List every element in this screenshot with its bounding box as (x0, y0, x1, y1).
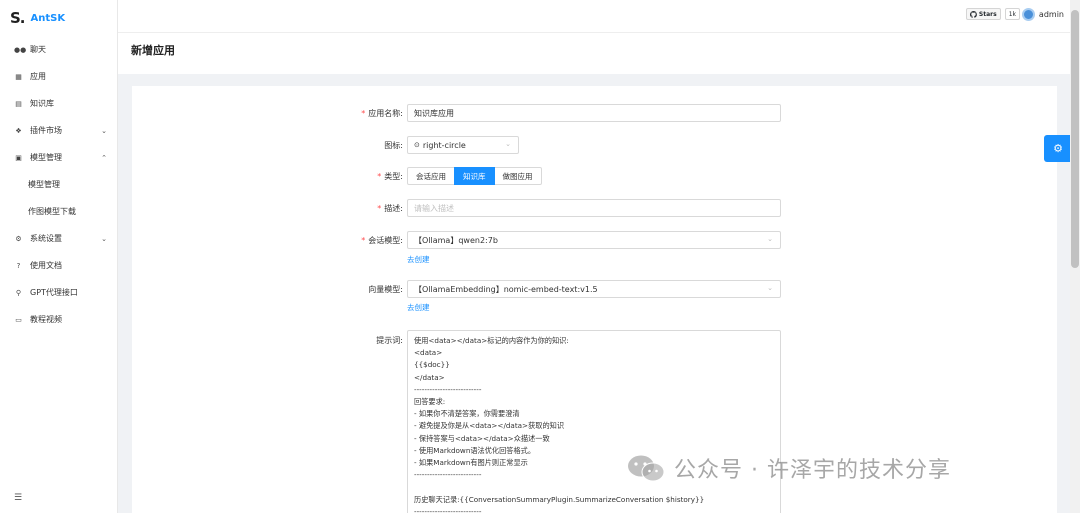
sidebar-item-apps[interactable]: ▦ 应用 (0, 63, 117, 90)
icon-select-value: right-circle (422, 140, 466, 150)
username: admin (1038, 10, 1064, 19)
watermark-text: 公众号 · 许泽宇的技术分享 (674, 458, 951, 483)
sidebar-item-chat[interactable]: ●● 聊天 (0, 36, 117, 63)
page-header: 新增应用 (118, 32, 1070, 74)
antsk-logo-mark: S. (10, 9, 25, 27)
type-option-chat[interactable]: 会话应用 (407, 167, 455, 185)
sidebar-item-videos[interactable]: ▭ 教程视频 (0, 306, 117, 333)
sidebar: S. AntSK ●● 聊天 ▦ 应用 ▤ 知识库 ❖ 插件市场 ⌄ ▣ 模型管… (0, 0, 118, 513)
sidebar-subitem-model-manage[interactable]: 模型管理 (0, 171, 117, 198)
scrollbar-thumb[interactable] (1071, 10, 1079, 268)
form-row-embed-model: 向量模型: 【OllamaEmbedding】nomic-embed-text:… (132, 280, 1057, 312)
prompt-line: - 避免提及你是从<data></data>获取的知识 (414, 421, 565, 431)
form-row-icon: 图标: ⊙ right-circle ⌄ (132, 136, 1057, 154)
gear-icon: ⚙ (1053, 142, 1063, 155)
type-option-image[interactable]: 做图应用 (493, 167, 542, 185)
app-name-input[interactable]: 知识库应用 (407, 104, 781, 122)
prompt-line: 回答要求: (414, 397, 446, 407)
icon-label: 图标: (384, 141, 403, 150)
icon-select[interactable]: ⊙ right-circle ⌄ (407, 136, 519, 154)
watermark: 公众号 · 许泽宇的技术分享 (626, 452, 951, 484)
sidebar-item-gpt-proxy[interactable]: ⚲ GPT代理接口 (0, 279, 117, 306)
prompt-line: -------------------------- (414, 384, 482, 394)
github-stars-button[interactable]: Stars (965, 8, 1001, 20)
user-menu[interactable]: admin (1021, 8, 1064, 21)
name-label: * 应用名称: (361, 109, 403, 118)
gear-icon: ⚙ (15, 234, 22, 243)
sidebar-subitem-label: 模型管理 (28, 180, 60, 189)
desc-label: * 描述: (377, 204, 403, 213)
right-circle-icon: ⊙ (414, 141, 420, 149)
chevron-down-icon: ⌄ (101, 234, 107, 243)
github-stars-count[interactable]: 1k (1004, 8, 1020, 20)
embed-model-value: 【OllamaEmbedding】nomic-embed-text:v1.5 (414, 284, 598, 294)
sidebar-item-label: 插件市场 (30, 126, 62, 135)
settings-float-button[interactable]: ⚙ (1044, 135, 1072, 162)
github-stars-widget[interactable]: Stars 1k (965, 8, 1020, 20)
pin-icon: ⚲ (15, 288, 22, 297)
chevron-down-icon: ⌄ (101, 126, 107, 135)
description-input[interactable]: 请输入描述 (407, 199, 781, 217)
sidebar-item-label: 聊天 (30, 45, 46, 54)
sidebar-item-models[interactable]: ▣ 模型管理 ⌃ (0, 144, 117, 171)
wechat-icon (628, 455, 665, 482)
sidebar-item-settings[interactable]: ⚙ 系统设置 ⌄ (0, 225, 117, 252)
sidebar-subitem-image-model-download[interactable]: 作图模型下载 (0, 198, 117, 225)
prompt-line: 历史聊天记录:{{ConversationSummaryPlugin.Summa… (414, 494, 705, 504)
prompt-line: - 保持答案与<data></data>众描述一致 (414, 433, 550, 443)
sidebar-item-label: 模型管理 (30, 153, 62, 162)
github-stars-label: Stars (978, 10, 997, 18)
sidebar-item-knowledge[interactable]: ▤ 知识库 (0, 90, 117, 117)
page-scrollbar[interactable] (1070, 0, 1080, 513)
embed-model-label: 向量模型: (368, 285, 403, 294)
type-radio-group: 会话应用 知识库 做图应用 (407, 167, 542, 185)
question-icon: ? (16, 261, 21, 270)
sidebar-item-label: 知识库 (30, 99, 54, 108)
prompt-label: 提示词: (376, 336, 403, 345)
page-title: 新增应用 (131, 44, 175, 57)
prompt-line: -------------------------- (414, 506, 482, 513)
chat-model-create-link[interactable]: 去创建 (407, 254, 430, 265)
chevron-down-icon: ⌄ (767, 235, 773, 243)
sidebar-item-label: 教程视频 (30, 315, 62, 324)
sidebar-item-label: 使用文档 (30, 261, 62, 270)
book-icon: ▤ (15, 99, 22, 108)
app-name: AntSK (30, 12, 66, 24)
type-label: * 类型: (377, 172, 403, 181)
prompt-textarea[interactable]: 使用<data></data>标记的内容作为你的知识: <data> {{$do… (407, 330, 781, 513)
chat-icon: ●● (14, 45, 27, 54)
menu-collapse-icon[interactable]: ☰ (14, 493, 22, 503)
form-card: * 应用名称: 知识库应用 图标: ⊙ right-circle ⌄ * 类型: 会… (132, 86, 1057, 513)
embed-model-select[interactable]: 【OllamaEmbedding】nomic-embed-text:v1.5 ⌄ (407, 280, 781, 298)
prompt-line: - 如果你不清楚答案，你需要澄清 (414, 409, 520, 419)
embed-model-create-link[interactable]: 去创建 (407, 302, 430, 313)
sidebar-item-plugins[interactable]: ❖ 插件市场 ⌄ (0, 117, 117, 144)
prompt-line: </data> (414, 372, 445, 382)
grid-icon: ▣ (15, 153, 22, 162)
prompt-line: {{$doc}} (414, 360, 450, 370)
chevron-up-icon: ⌃ (101, 153, 107, 162)
app-icon: ▦ (15, 72, 22, 81)
chat-model-label: * 会话模型: (361, 236, 403, 245)
top-header: Stars 1k admin (118, 0, 1080, 32)
dropbox-icon: ❖ (15, 126, 22, 135)
video-icon: ▭ (15, 315, 22, 324)
sidebar-item-docs[interactable]: ? 使用文档 (0, 252, 117, 279)
logo[interactable]: S. AntSK (0, 0, 117, 36)
chevron-down-icon: ⌄ (505, 140, 511, 148)
sidebar-menu: ●● 聊天 ▦ 应用 ▤ 知识库 ❖ 插件市场 ⌄ ▣ 模型管理 ⌃ 模型管理 … (0, 36, 117, 333)
type-option-knowledge[interactable]: 知识库 (454, 167, 495, 185)
prompt-line: 使用<data></data>标记的内容作为你的知识: (414, 336, 569, 345)
chat-model-value: 【Ollama】qwen2:7b (414, 235, 498, 245)
avatar (1021, 8, 1035, 21)
sidebar-item-label: 系统设置 (30, 234, 62, 243)
github-icon (969, 10, 977, 18)
form-row-chat-model: * 会话模型: 【Ollama】qwen2:7b ⌄ 去创建 (132, 231, 1057, 264)
chevron-down-icon: ⌄ (767, 284, 773, 292)
prompt-line: <data> (414, 348, 443, 358)
chat-model-select[interactable]: 【Ollama】qwen2:7b ⌄ (407, 231, 781, 249)
sidebar-item-label: GPT代理接口 (30, 288, 78, 297)
sidebar-subitem-label: 作图模型下载 (28, 207, 76, 216)
sidebar-item-label: 应用 (30, 72, 46, 81)
